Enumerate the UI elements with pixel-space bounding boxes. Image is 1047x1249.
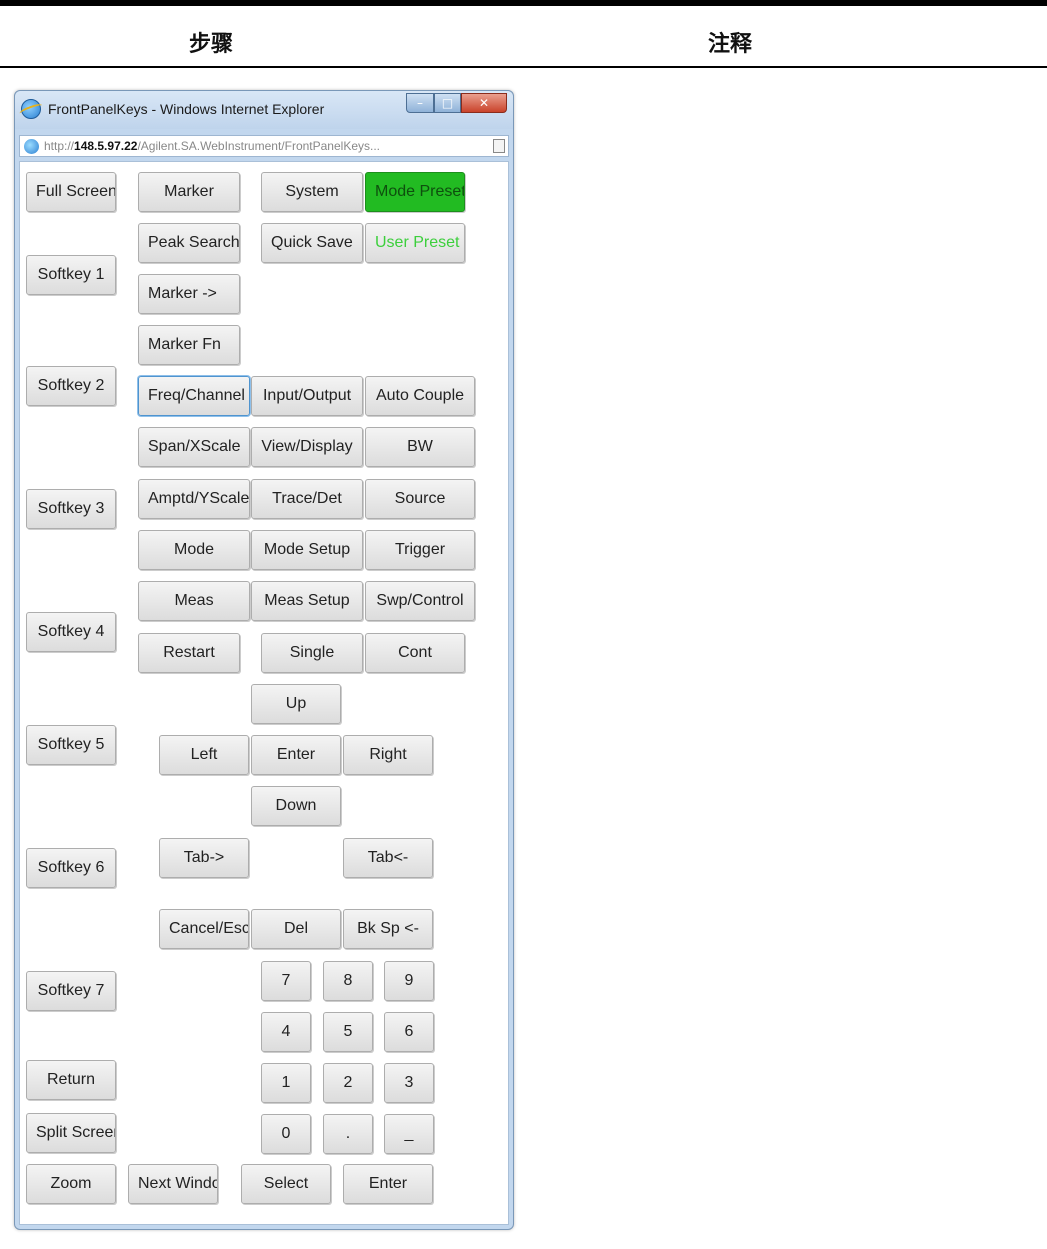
cont-button[interactable]: Cont [365, 633, 465, 673]
user-preset-button[interactable]: User Preset [365, 223, 465, 263]
full-screen-button[interactable]: Full Screen [26, 172, 116, 212]
softkey-3-button[interactable]: Softkey 3 [26, 489, 116, 529]
marker-button[interactable]: Marker [138, 172, 240, 212]
softkey-4-button[interactable]: Softkey 4 [26, 612, 116, 652]
window-title: FrontPanelKeys - Windows Internet Explor… [48, 101, 325, 117]
system-button[interactable]: System [261, 172, 363, 212]
mode-preset-button[interactable]: Mode Preset [365, 172, 465, 212]
marker-to-button[interactable]: Marker -> [138, 274, 240, 314]
column-header-note: 注释 [708, 32, 753, 57]
split-screen-button[interactable]: Split Screen [26, 1113, 116, 1153]
page-ie-icon [24, 139, 39, 154]
right-button[interactable]: Right [343, 735, 433, 775]
marker-fn-button[interactable]: Marker Fn [138, 325, 240, 365]
softkey-5-button[interactable]: Softkey 5 [26, 725, 116, 765]
column-header-step: 步骤 [189, 32, 234, 57]
numpad-3-button[interactable]: 3 [384, 1063, 434, 1103]
browser-window: FrontPanelKeys - Windows Internet Explor… [14, 90, 514, 1230]
address-bar[interactable]: http://148.5.97.22/Agilent.SA.WebInstrum… [19, 135, 509, 157]
backspace-button[interactable]: Bk Sp <- [343, 909, 433, 949]
view-display-button[interactable]: View/Display [251, 427, 363, 467]
numpad-1-button[interactable]: 1 [261, 1063, 311, 1103]
cancel-esc-button[interactable]: Cancel/Esc [159, 909, 249, 949]
softkey-2-button[interactable]: Softkey 2 [26, 366, 116, 406]
up-button[interactable]: Up [251, 684, 341, 724]
freq-channel-button[interactable]: Freq/Channel [138, 376, 250, 416]
softkey-1-button[interactable]: Softkey 1 [26, 255, 116, 295]
softkey-6-button[interactable]: Softkey 6 [26, 848, 116, 888]
source-button[interactable]: Source [365, 479, 475, 519]
numpad-9-button[interactable]: 9 [384, 961, 434, 1001]
compatibility-view-icon[interactable] [493, 139, 505, 153]
left-button[interactable]: Left [159, 735, 249, 775]
swp-control-button[interactable]: Swp/Control [365, 581, 475, 621]
internet-explorer-icon [21, 99, 41, 119]
address-path: /Agilent.SA.WebInstrument/FrontPanelKeys… [137, 139, 380, 153]
numpad-dot-button[interactable]: . [323, 1114, 373, 1154]
amptd-yscale-button[interactable]: Amptd/YScale [138, 479, 250, 519]
minimize-button[interactable]: – [406, 93, 434, 113]
numpad-8-button[interactable]: 8 [323, 961, 373, 1001]
down-button[interactable]: Down [251, 786, 341, 826]
address-prefix: http:// [44, 139, 75, 153]
enter-button[interactable]: Enter [343, 1164, 433, 1204]
select-button[interactable]: Select [241, 1164, 331, 1204]
next-window-button[interactable]: Next Window [128, 1164, 218, 1204]
zoom-button[interactable]: Zoom [26, 1164, 116, 1204]
return-button[interactable]: Return [26, 1060, 116, 1100]
numpad-5-button[interactable]: 5 [323, 1012, 373, 1052]
tab-back-button[interactable]: Tab<- [343, 838, 433, 878]
mode-setup-button[interactable]: Mode Setup [251, 530, 363, 570]
numpad-minus-button[interactable]: _ [384, 1114, 434, 1154]
span-xscale-button[interactable]: Span/XScale [138, 427, 250, 467]
peak-search-button[interactable]: Peak Search [138, 223, 240, 263]
quick-save-button[interactable]: Quick Save [261, 223, 363, 263]
address-url: http://148.5.97.22/Agilent.SA.WebInstrum… [44, 139, 380, 153]
trigger-button[interactable]: Trigger [365, 530, 475, 570]
input-output-button[interactable]: Input/Output [251, 376, 363, 416]
numpad-6-button[interactable]: 6 [384, 1012, 434, 1052]
window-controls: – □ ✕ [406, 93, 507, 115]
del-button[interactable]: Del [251, 909, 341, 949]
front-panel-keys: Full Screen Softkey 1 Softkey 2 Softkey … [19, 161, 509, 1225]
trace-det-button[interactable]: Trace/Det [251, 479, 363, 519]
title-bar[interactable]: FrontPanelKeys - Windows Internet Explor… [15, 91, 513, 129]
table-header-rule [0, 66, 1047, 68]
meas-button[interactable]: Meas [138, 581, 250, 621]
bw-button[interactable]: BW [365, 427, 475, 467]
address-host: 148.5.97.22 [74, 139, 138, 153]
softkey-7-button[interactable]: Softkey 7 [26, 971, 116, 1011]
tab-forward-button[interactable]: Tab-> [159, 838, 249, 878]
numpad-7-button[interactable]: 7 [261, 961, 311, 1001]
auto-couple-button[interactable]: Auto Couple [365, 376, 475, 416]
enter-arrow-button[interactable]: Enter [251, 735, 341, 775]
mode-button[interactable]: Mode [138, 530, 250, 570]
table-top-rule [0, 0, 1047, 6]
numpad-0-button[interactable]: 0 [261, 1114, 311, 1154]
numpad-2-button[interactable]: 2 [323, 1063, 373, 1103]
meas-setup-button[interactable]: Meas Setup [251, 581, 363, 621]
numpad-4-button[interactable]: 4 [261, 1012, 311, 1052]
single-button[interactable]: Single [261, 633, 363, 673]
maximize-button[interactable]: □ [434, 93, 461, 113]
close-button[interactable]: ✕ [461, 93, 507, 113]
restart-button[interactable]: Restart [138, 633, 240, 673]
